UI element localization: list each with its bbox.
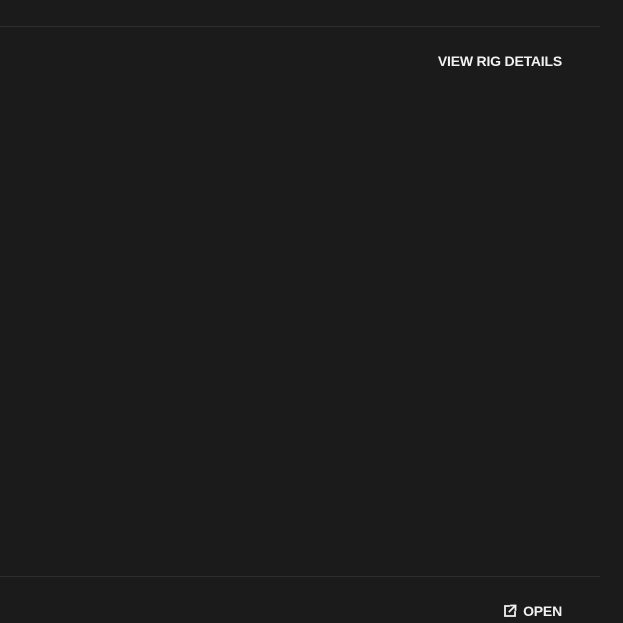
scroll-gutter — [600, 0, 623, 623]
external-link-icon — [503, 604, 517, 618]
bottom-divider — [0, 576, 600, 577]
open-button-label: OPEN — [523, 603, 562, 619]
view-rig-details-button[interactable]: VIEW RIG DETAILS — [438, 53, 562, 69]
open-button[interactable]: OPEN — [503, 603, 562, 619]
page: VIEW RIG DETAILS OPEN — [0, 0, 623, 623]
top-divider — [0, 26, 600, 27]
rig-card-panel: VIEW RIG DETAILS OPEN — [0, 0, 600, 623]
